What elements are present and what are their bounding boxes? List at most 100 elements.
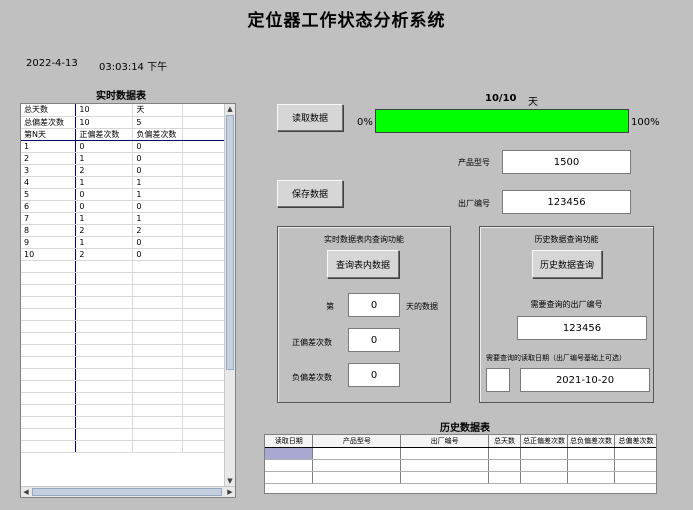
table-cell[interactable]: 总偏差次数 xyxy=(21,116,77,129)
table-cell[interactable] xyxy=(132,332,184,345)
table-cell[interactable] xyxy=(182,188,225,201)
table-cell[interactable] xyxy=(132,284,184,297)
table-cell[interactable] xyxy=(75,380,134,393)
negative-deviation-field[interactable]: 0 xyxy=(348,363,400,387)
table-cell[interactable] xyxy=(75,260,134,273)
history-table-cell[interactable] xyxy=(488,459,521,472)
history-query-button[interactable]: 历史数据查询 xyxy=(532,250,602,278)
table-cell[interactable]: 8 xyxy=(21,224,77,237)
table-cell[interactable]: 0 xyxy=(75,200,134,213)
table-row[interactable] xyxy=(21,428,225,441)
table-cell[interactable] xyxy=(21,308,77,321)
history-serial-field[interactable]: 123456 xyxy=(517,316,647,340)
table-cell[interactable] xyxy=(21,272,77,285)
history-table-cell[interactable] xyxy=(400,459,490,472)
history-col-header[interactable]: 读取日期 xyxy=(265,435,314,448)
history-table-cell[interactable] xyxy=(567,459,615,472)
history-table-cell[interactable] xyxy=(312,471,402,484)
history-table-cell[interactable] xyxy=(614,447,656,460)
serial-number-field[interactable]: 123456 xyxy=(502,190,631,214)
table-cell[interactable] xyxy=(182,428,225,441)
table-row[interactable] xyxy=(21,344,225,357)
history-table-cell[interactable] xyxy=(520,459,568,472)
history-col-header[interactable]: 总正偏差次数 xyxy=(520,435,568,448)
table-cell[interactable]: 1 xyxy=(75,236,134,249)
table-cell[interactable]: 5 xyxy=(132,116,184,129)
table-cell[interactable] xyxy=(182,332,225,345)
history-table-cell[interactable] xyxy=(520,447,568,460)
table-row[interactable] xyxy=(21,272,225,285)
table-row[interactable]: 210 xyxy=(21,152,225,165)
table-cell[interactable] xyxy=(75,332,134,345)
table-cell[interactable]: 1 xyxy=(132,188,184,201)
history-table-cell[interactable] xyxy=(614,459,656,472)
history-table-row[interactable] xyxy=(265,447,656,460)
read-data-button[interactable]: 读取数据 xyxy=(277,104,343,131)
history-table-cell[interactable] xyxy=(312,459,402,472)
history-col-header[interactable]: 总负偏差次数 xyxy=(567,435,615,448)
table-cell[interactable] xyxy=(182,116,225,129)
table-cell[interactable] xyxy=(75,356,134,369)
scroll-left-icon[interactable]: ◀ xyxy=(21,487,31,497)
table-cell[interactable] xyxy=(182,260,225,273)
table-cell[interactable] xyxy=(182,308,225,321)
table-cell[interactable]: 4 xyxy=(21,176,77,189)
table-cell[interactable] xyxy=(75,284,134,297)
table-cell[interactable]: 5 xyxy=(21,188,77,201)
table-cell[interactable]: 6 xyxy=(21,200,77,213)
history-table-cell[interactable] xyxy=(614,471,656,484)
table-cell[interactable]: 9 xyxy=(21,236,77,249)
vertical-scroll-thumb[interactable] xyxy=(226,115,234,370)
table-cell[interactable] xyxy=(21,284,77,297)
history-table-cell[interactable] xyxy=(312,447,402,460)
table-cell[interactable] xyxy=(132,260,184,273)
table-cell[interactable] xyxy=(132,392,184,405)
table-cell[interactable] xyxy=(132,320,184,333)
table-cell[interactable]: 1 xyxy=(132,212,184,225)
table-cell[interactable] xyxy=(132,428,184,441)
table-cell[interactable]: 2 xyxy=(132,224,184,237)
table-cell[interactable] xyxy=(182,320,225,333)
table-cell[interactable]: 0 xyxy=(132,164,184,177)
save-data-button[interactable]: 保存数据 xyxy=(277,180,343,207)
table-cell[interactable] xyxy=(21,296,77,309)
table-cell[interactable]: 7 xyxy=(21,212,77,225)
realtime-table-vertical-scrollbar[interactable]: ▲ ▼ xyxy=(224,104,235,486)
table-cell[interactable] xyxy=(132,380,184,393)
table-row[interactable]: 600 xyxy=(21,200,225,213)
history-col-header[interactable]: 产品型号 xyxy=(312,435,402,448)
scroll-up-icon[interactable]: ▲ xyxy=(225,104,235,114)
table-cell[interactable] xyxy=(21,320,77,333)
history-table-cell[interactable] xyxy=(567,471,615,484)
table-row[interactable] xyxy=(21,392,225,405)
table-row[interactable]: 总偏差次数 10 5 xyxy=(21,116,225,129)
table-cell[interactable] xyxy=(182,128,225,141)
table-cell[interactable] xyxy=(21,356,77,369)
table-cell[interactable]: 10 xyxy=(75,104,134,117)
history-table-row[interactable] xyxy=(265,459,656,472)
table-cell[interactable]: 2 xyxy=(75,248,134,261)
table-cell[interactable] xyxy=(132,416,184,429)
table-cell[interactable]: 0 xyxy=(132,236,184,249)
table-row[interactable] xyxy=(21,308,225,321)
table-row[interactable] xyxy=(21,332,225,345)
table-cell[interactable]: 1 xyxy=(21,140,77,153)
table-row[interactable] xyxy=(21,320,225,333)
table-cell[interactable] xyxy=(182,344,225,357)
table-cell[interactable] xyxy=(132,344,184,357)
product-model-field[interactable]: 1500 xyxy=(502,150,631,174)
table-cell[interactable] xyxy=(182,212,225,225)
history-col-header[interactable]: 总天数 xyxy=(488,435,521,448)
table-cell[interactable]: 2 xyxy=(75,164,134,177)
table-row[interactable]: 320 xyxy=(21,164,225,177)
table-cell[interactable] xyxy=(21,260,77,273)
scroll-down-icon[interactable]: ▼ xyxy=(225,476,235,486)
table-cell[interactable] xyxy=(75,308,134,321)
table-row[interactable]: 411 xyxy=(21,176,225,189)
history-table-cell[interactable] xyxy=(567,447,615,460)
table-cell[interactable] xyxy=(132,404,184,417)
table-cell[interactable]: 第N天 xyxy=(21,128,77,141)
table-cell[interactable] xyxy=(182,272,225,285)
table-cell[interactable] xyxy=(182,404,225,417)
table-cell[interactable] xyxy=(21,332,77,345)
